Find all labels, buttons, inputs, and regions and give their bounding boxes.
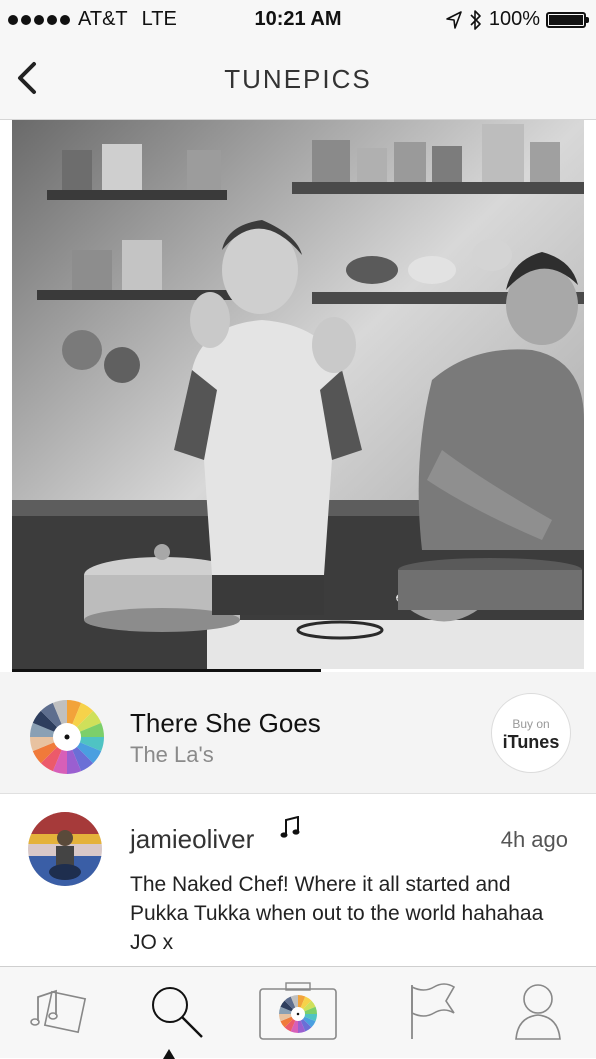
post-username[interactable]: jamieoliver xyxy=(130,824,254,855)
tab-bar xyxy=(0,966,596,1059)
tab-camera[interactable] xyxy=(258,981,338,1041)
battery-icon xyxy=(546,11,589,28)
buy-on-itunes-button[interactable]: Buy on iTunes xyxy=(491,693,571,773)
kitchen-photo-image xyxy=(12,120,584,670)
vinyl-hole xyxy=(296,1012,300,1016)
search-icon xyxy=(152,987,203,1038)
battery-percent: 100% xyxy=(488,8,540,30)
status-bar: AT&T LTE 10:21 AM 100% xyxy=(0,0,596,40)
song-row[interactable]: There She Goes The La's Buy on iTunes xyxy=(0,672,596,794)
tab-profile[interactable] xyxy=(508,981,568,1041)
tab-search[interactable] xyxy=(146,981,206,1041)
song-artist: The La's xyxy=(130,742,214,767)
post-card: jamieoliver 4h ago The Naked Chef! Where… xyxy=(0,794,596,966)
tab-flag[interactable] xyxy=(406,981,466,1041)
post-photo[interactable] xyxy=(12,120,584,670)
nav-bar: TUNEPICS xyxy=(0,40,596,120)
vinyl-hole xyxy=(64,734,70,740)
profile-icon xyxy=(515,984,561,1040)
camera-icon xyxy=(259,982,337,1040)
avatar[interactable] xyxy=(28,812,102,886)
music-note-icon xyxy=(280,816,300,838)
song-title: There She Goes xyxy=(130,708,321,738)
bluetooth-icon xyxy=(470,9,481,30)
buy-on-label: Buy on xyxy=(512,717,550,731)
music-notes-icon xyxy=(30,989,87,1034)
page-title: TUNEPICS xyxy=(224,64,372,94)
tab-music[interactable] xyxy=(28,981,88,1041)
itunes-label: iTunes xyxy=(502,732,560,752)
avatar-image xyxy=(28,812,102,886)
flag-icon xyxy=(411,983,456,1039)
vinyl-record-icon[interactable] xyxy=(30,700,104,774)
post-caption: The Naked Chef! Where it all started and… xyxy=(130,873,544,954)
location-arrow-icon xyxy=(446,10,462,29)
status-right: 100% xyxy=(445,8,589,31)
post-timestamp: 4h ago xyxy=(500,827,568,852)
